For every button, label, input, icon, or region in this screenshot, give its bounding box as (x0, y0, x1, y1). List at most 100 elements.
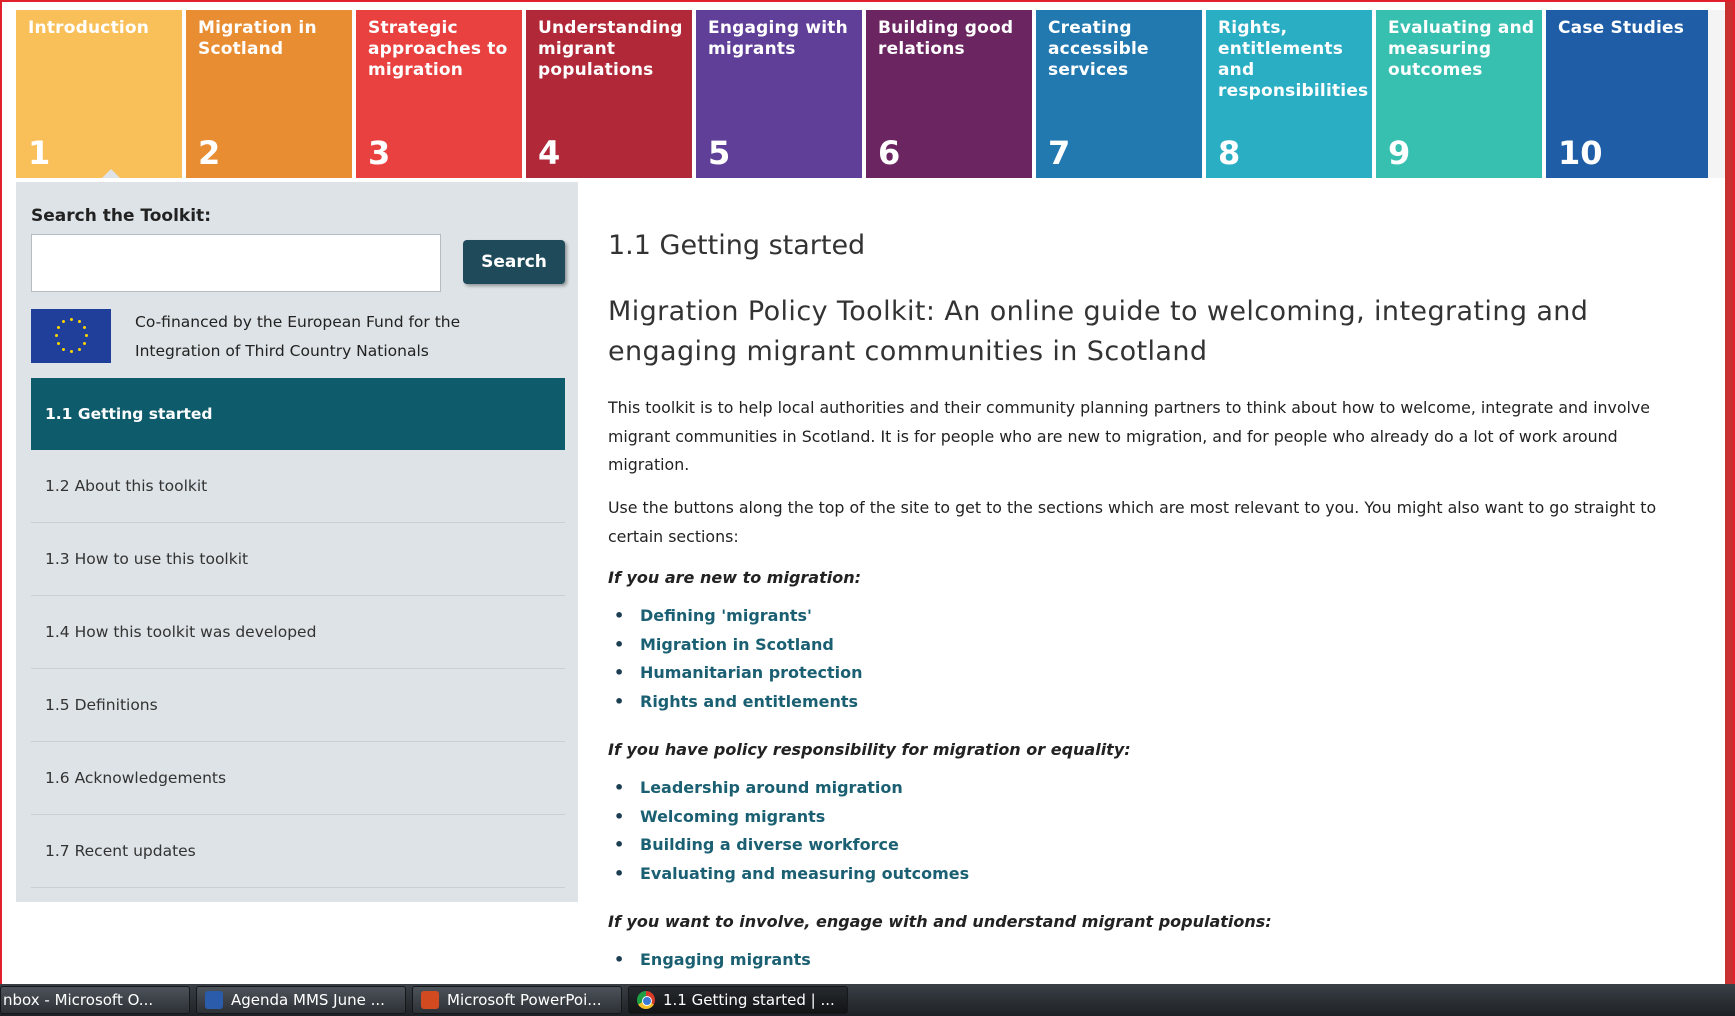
tab-number: 4 (538, 134, 561, 172)
tab-label: Creating accessible services (1048, 18, 1149, 80)
tab-number: 10 (1558, 134, 1603, 172)
list-item: • Rights and entitlements (608, 687, 863, 716)
list-item: • Defining 'migrants' (608, 601, 863, 630)
link-list: • Leadership around migration • Welcoming … (608, 773, 969, 888)
link-humanitarian-protection[interactable]: Humanitarian protection (640, 663, 863, 682)
bullet-icon: • (614, 634, 625, 654)
page-subtitle: Migration Policy Toolkit: An online guid… (608, 296, 1589, 367)
sidebar-item-how-to-use[interactable]: 1.3 How to use this toolkit (31, 523, 565, 596)
eu-funding-line: Integration of Third Country Nationals (135, 342, 429, 360)
sidebar-item-definitions[interactable]: 1.5 Definitions (31, 669, 565, 742)
link-migration-in-scotland[interactable]: Migration in Scotland (640, 635, 834, 654)
bullet-icon: • (614, 806, 625, 826)
eu-funding-notice: Co-financed by the European Fund for the… (31, 309, 460, 366)
section-heading: If you are new to migration: (608, 568, 861, 587)
tab-number: 1 (28, 134, 51, 172)
search-button[interactable]: Search (463, 240, 565, 284)
section-heading: If you have policy responsibility for mi… (608, 740, 1131, 759)
tab-label: Evaluating and measuring outcomes (1388, 18, 1535, 80)
sidebar-item-about[interactable]: 1.2 About this toolkit (31, 450, 565, 523)
tab-introduction[interactable]: Introduction 1 (16, 10, 182, 178)
tab-creating-accessible-services[interactable]: Creating accessible services 7 (1036, 10, 1202, 178)
instructions-paragraph: Use the buttons along the top of the sit… (608, 498, 1657, 546)
powerpoint-icon (421, 991, 439, 1009)
list-item: • Building a diverse workforce (608, 830, 969, 859)
tab-number: 7 (1048, 134, 1071, 172)
bullet-icon: • (614, 835, 625, 855)
link-list: • Engaging migrants (608, 945, 811, 974)
tab-label: Case Studies (1558, 18, 1685, 38)
tab-number: 6 (878, 134, 901, 172)
list-item: • Welcoming migrants (608, 802, 969, 831)
tab-number: 8 (1218, 134, 1241, 172)
tab-number: 5 (708, 134, 731, 172)
tab-number: 9 (1388, 134, 1411, 172)
sidebar-item-getting-started[interactable]: 1.1 Getting started (31, 378, 565, 450)
link-list: • Defining 'migrants' • Migration in Scotl… (608, 601, 863, 716)
taskbar-item-label: Agenda MMS June ... (231, 991, 385, 1009)
sidebar-item-how-developed[interactable]: 1.4 How this toolkit was developed (31, 596, 565, 669)
bullet-icon: • (614, 777, 625, 797)
sidebar: Search the Toolkit: Search Co-financed b… (16, 182, 578, 902)
top-section-nav: Introduction 1 Migration in Scotland 2 S… (16, 10, 1716, 178)
taskbar-item-label: Microsoft PowerPoi... (447, 991, 602, 1009)
link-leadership[interactable]: Leadership around migration (640, 778, 903, 797)
bullet-icon: • (614, 663, 625, 683)
tab-strategic-approaches[interactable]: Strategic approaches to migration 3 (356, 10, 522, 178)
search-label: Search the Toolkit: (31, 206, 211, 226)
list-item: • Migration in Scotland (608, 630, 863, 659)
bullet-icon: • (614, 691, 625, 711)
chrome-icon (637, 991, 655, 1009)
tab-label: Building good relations (878, 18, 1014, 59)
tab-engaging-with-migrants[interactable]: Engaging with migrants 5 (696, 10, 862, 178)
tab-understanding-migrant-populations[interactable]: Understanding migrant populations 4 (526, 10, 692, 178)
active-tab-pointer (102, 169, 120, 178)
list-item: • Humanitarian protection (608, 658, 863, 687)
section-menu: 1.1 Getting started 1.2 About this toolk… (31, 378, 565, 888)
eu-flag-icon (31, 309, 111, 363)
taskbar-item-label: 1.1 Getting started | ... (663, 991, 835, 1009)
link-evaluating-outcomes[interactable]: Evaluating and measuring outcomes (640, 864, 969, 883)
link-engaging-migrants[interactable]: Engaging migrants (640, 950, 811, 969)
link-welcoming-migrants[interactable]: Welcoming migrants (640, 807, 825, 826)
search-input[interactable] (31, 234, 441, 292)
taskbar-item-word[interactable]: Agenda MMS June ... (196, 986, 406, 1014)
tab-label: Introduction (28, 18, 150, 38)
link-diverse-workforce[interactable]: Building a diverse workforce (640, 835, 899, 854)
tab-building-good-relations[interactable]: Building good relations 6 (866, 10, 1032, 178)
sidebar-item-recent-updates[interactable]: 1.7 Recent updates (31, 815, 565, 888)
tab-label: Rights, entitlements and responsibilitie… (1218, 18, 1369, 101)
section-heading: If you want to involve, engage with and … (608, 912, 1272, 931)
taskbar: nbox - Microsoft O... Agenda MMS June ..… (0, 984, 1735, 1016)
intro-paragraph: This toolkit is to help local authoritie… (608, 398, 1650, 474)
tab-rights-entitlements[interactable]: Rights, entitlements and responsibilitie… (1206, 10, 1372, 178)
taskbar-item-label: nbox - Microsoft O... (3, 991, 154, 1009)
tab-label: Strategic approaches to migration (368, 18, 508, 80)
tab-label: Migration in Scotland (198, 18, 317, 59)
tab-migration-in-scotland[interactable]: Migration in Scotland 2 (186, 10, 352, 178)
bullet-icon: • (614, 605, 625, 625)
eu-funding-text: Co-financed by the European Fund for the… (135, 308, 460, 366)
tab-case-studies[interactable]: Case Studies 10 (1546, 10, 1712, 178)
tab-label: Understanding migrant populations (538, 18, 683, 80)
eu-funding-line: Co-financed by the European Fund for the (135, 313, 461, 331)
tab-number: 2 (198, 134, 221, 172)
bullet-icon: • (614, 949, 625, 969)
window-edge (1725, 2, 1733, 984)
taskbar-item-outlook[interactable]: nbox - Microsoft O... (0, 986, 190, 1014)
taskbar-item-powerpoint[interactable]: Microsoft PowerPoi... (412, 986, 622, 1014)
word-icon (205, 991, 223, 1009)
taskbar-item-chrome[interactable]: 1.1 Getting started | ... (628, 986, 848, 1014)
link-rights-and-entitlements[interactable]: Rights and entitlements (640, 692, 858, 711)
list-item: • Leadership around migration (608, 773, 969, 802)
sidebar-item-acknowledgements[interactable]: 1.6 Acknowledgements (31, 742, 565, 815)
link-defining-migrants[interactable]: Defining 'migrants' (640, 606, 812, 625)
page-title: 1.1 Getting started (608, 230, 866, 261)
tab-evaluating-outcomes[interactable]: Evaluating and measuring outcomes 9 (1376, 10, 1542, 178)
browser-viewport: Introduction 1 Migration in Scotland 2 S… (0, 0, 1735, 984)
list-item: • Engaging migrants (608, 945, 811, 974)
tab-label: Engaging with migrants (708, 18, 848, 59)
tab-number: 3 (368, 134, 391, 172)
bullet-icon: • (614, 863, 625, 883)
list-item: • Evaluating and measuring outcomes (608, 859, 969, 888)
